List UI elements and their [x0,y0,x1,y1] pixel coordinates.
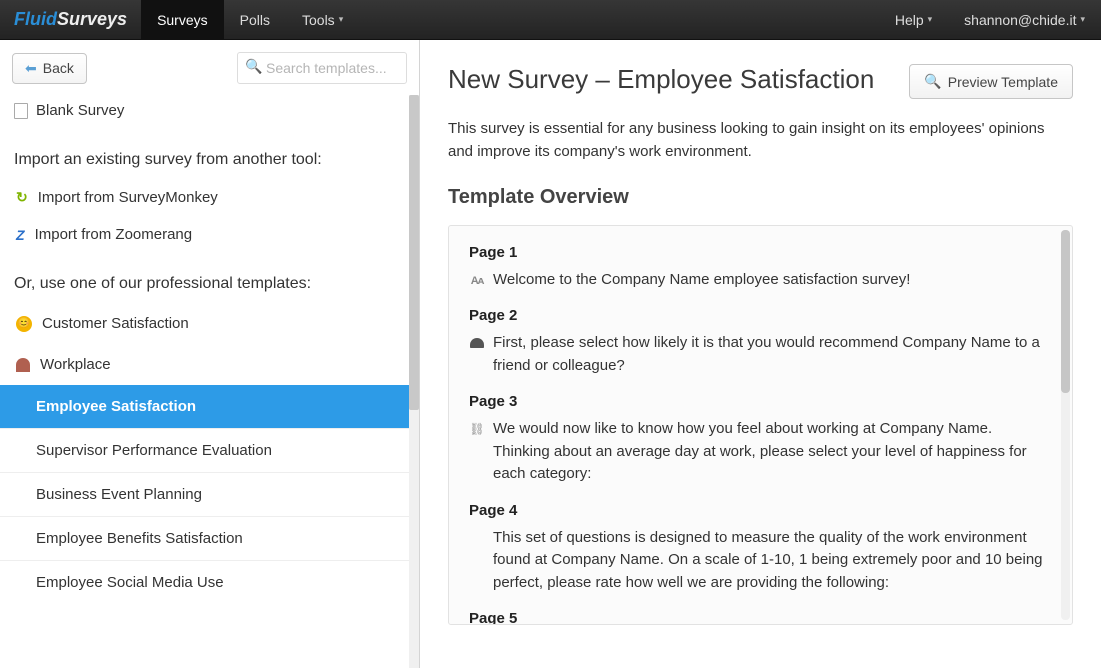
category-customer-satisfaction[interactable]: 😊 Customer Satisfaction [0,303,409,344]
content: New Survey – Employee Satisfaction 🔍 Pre… [420,40,1101,668]
question-row: We would now like to know how you feel a… [469,418,1052,486]
overview-heading: Template Overview [448,186,1073,209]
text-section-icon [469,271,485,290]
magnifier-icon: 🔍 [924,73,941,90]
gauge-icon [469,334,485,353]
templates-heading: Or, use one of our professional template… [0,253,409,303]
overview-scrollbar[interactable] [1061,230,1070,620]
scrollbar-thumb[interactable] [409,95,419,410]
template-overview-panel: Page 1 Welcome to the Company Name emplo… [448,225,1073,625]
nav-polls[interactable]: Polls [224,0,286,39]
question-row: This set of questions is designed to mea… [469,527,1052,595]
question-row: Welcome to the Company Name employee sat… [469,269,1052,292]
top-nav: FluidSurveys Surveys Polls Tools▾ Help▾ … [0,0,1101,40]
nav-tools[interactable]: Tools▾ [286,0,359,39]
brand-logo[interactable]: FluidSurveys [0,0,141,39]
arrow-left-icon: ⬅ [25,60,37,77]
chevron-down-icon: ▾ [928,14,933,25]
template-benefits-satisfaction[interactable]: Employee Benefits Satisfaction [0,516,409,560]
search-icon: 🔍 [245,58,262,75]
template-employee-satisfaction[interactable]: Employee Satisfaction [0,385,409,428]
sidebar-scrollbar[interactable] [409,95,419,668]
page-label: Page 1 [469,244,1052,261]
template-social-media-use[interactable]: Employee Social Media Use [0,560,409,604]
document-icon [14,103,28,119]
brand-part1: Fluid [14,9,57,30]
template-business-event-planning[interactable]: Business Event Planning [0,472,409,516]
import-zoomerang[interactable]: Z Import from Zoomerang [0,216,409,253]
page-label: Page 2 [469,307,1052,324]
page-label: Page 4 [469,502,1052,519]
surveymonkey-icon: ↻ [16,189,28,206]
scrollbar-thumb[interactable] [1061,230,1070,394]
import-surveymonkey[interactable]: ↻ Import from SurveyMonkey [0,179,409,216]
sidebar: ⬅ Back 🔍 Blank Survey Import an existing… [0,40,420,668]
nav-surveys[interactable]: Surveys [141,0,224,39]
brand-part2: Surveys [57,9,127,30]
template-supervisor-evaluation[interactable]: Supervisor Performance Evaluation [0,428,409,472]
category-workplace[interactable]: Workplace [0,344,409,385]
import-heading: Import an existing survey from another t… [0,129,409,179]
template-description: This survey is essential for any busines… [448,117,1073,164]
chevron-down-icon: ▾ [339,14,344,25]
zoomerang-icon: Z [16,227,25,243]
search-input[interactable] [237,52,407,84]
preview-template-button[interactable]: 🔍 Preview Template [909,64,1073,99]
blank-survey-item[interactable]: Blank Survey [0,92,409,129]
matrix-icon [469,420,485,438]
nav-user[interactable]: shannon@chide.it▾ [948,0,1101,39]
page-title: New Survey – Employee Satisfaction [448,64,874,95]
smiley-icon: 😊 [16,316,32,332]
page-label: Page 3 [469,393,1052,410]
chevron-down-icon: ▾ [1080,14,1085,25]
person-icon [16,358,30,372]
nav-help[interactable]: Help▾ [879,0,948,39]
back-button[interactable]: ⬅ Back [12,53,87,84]
question-row: First, please select how likely it is th… [469,332,1052,377]
page-label: Page 5 [469,610,1052,624]
